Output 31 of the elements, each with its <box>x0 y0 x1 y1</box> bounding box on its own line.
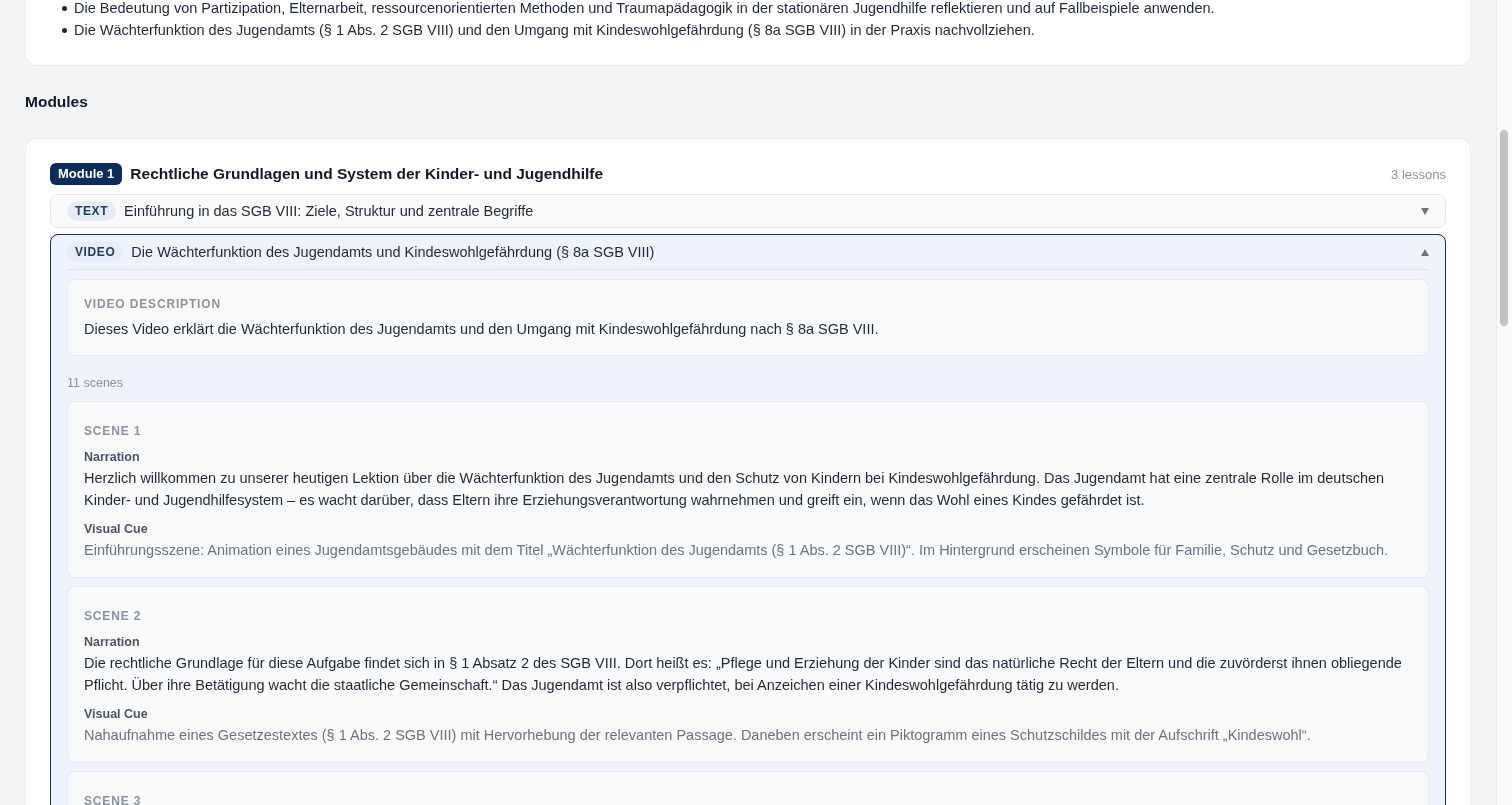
narration-text: Die rechtliche Grundlage für diese Aufgabe findet sich in § 1 Absatz 2 des SGB VIII. Dort heißt es: „Pflege und Erziehung der Kinder sind das natürliche Recht der Eltern und die zuvörderst ihnen obliegende Pflicht. Über ihre Betätigung wacht die staatliche Gemeinschaft.“ Das Jugendamt ist also verpflichtet, bei Anzeichen einer Kindeswohlgefährdung tätig zu werden. <box>84 654 1403 695</box>
module-title: Rechtliche Grundlagen und System der Kinder- und Jugendhilfe <box>130 165 605 183</box>
caret-up-icon[interactable] <box>1421 248 1429 256</box>
narration-text: Herzlich willkommen zu unserer heutigen Lektion über die Wächterfunktion des Jugendamts und den Schutz von Kindern bei Kindeswohlgefährdung. Das Jugendamt hat eine zentrale Rolle im deutschen Kinder- und Jugendhilfesystem – es wacht darüber, dass Eltern ihre Erziehungsverantwortung wahrnehmen und greift ein, wenn das Wohl eines Kindes gefährdet ist. <box>84 469 1386 510</box>
visual-cue-label: Visual Cue <box>84 706 149 722</box>
scene-label: SCENE 3 <box>84 793 143 805</box>
lesson-type-badge: VIDEO <box>67 242 124 262</box>
scene-label: SCENE 1 <box>84 423 143 439</box>
visual-cue-label: Visual Cue <box>84 521 149 537</box>
lesson-title: Einführung in das SGB VIII: Ziele, Struktur und zentrale Begriffe <box>124 203 535 219</box>
visual-cue-text: Nahaufnahme eines Gesetzestextes (§ 1 Abs. 2 SGB VIII) mit Hervorhebung der relevanten Passage. Daneben erscheint ein Piktogramm eines Schutzschildes mit der Aufschrift „Kindeswohl“. <box>84 726 1312 745</box>
description-text: Dieses Video erklärt die Wächterfunktion des Jugendamts und den Umgang mit Kindeswohlgefährdung nach § 8a SGB VIII. <box>84 320 880 339</box>
module-badge: Module 1 <box>50 163 123 185</box>
scene-count: 11 scenes <box>67 375 125 392</box>
caret-down-icon[interactable] <box>1421 207 1429 215</box>
description-label: VIDEO DESCRIPTION <box>84 296 222 312</box>
visual-cue-text: Einführungsszene: Animation eines Jugendamtsgebäudes mit dem Titel „Wächterfunktion des Jugendamts (§ 1 Abs. 2 SGB VIII)“. Im Hintergrund erscheinen Symbole für Familie, Schutz und Gesetzbuch. <box>84 541 1390 560</box>
objective-text: Die Bedeutung von Partizipation, Elternarbeit, ressourcenorientierten Methoden und Traumapädagogik in der stationären Jugendhilfe reflektieren und auf Fallbeispiele anwenden. <box>74 0 1215 18</box>
lesson-item[interactable] <box>50 234 1446 805</box>
scrollbar-thumb[interactable] <box>1500 130 1508 326</box>
lesson-type-badge: TEXT <box>67 201 117 221</box>
lesson-item[interactable]: TEXT Einführung in das SGB VIII: Ziele, Struktur und zentrale Begriffe <box>50 194 1446 228</box>
narration-label: Narration <box>84 449 141 465</box>
bullet-icon <box>62 27 67 33</box>
lesson-title: Die Wächterfunktion des Jugendamts und Kindeswohlgefährdung (§ 8a SGB VIII) <box>131 244 656 260</box>
scene-label: SCENE 2 <box>84 608 143 624</box>
lesson-count: 3 lessons <box>1391 166 1446 182</box>
section-heading: Modules <box>25 92 89 112</box>
narration-label: Narration <box>84 634 141 650</box>
bullet-icon <box>62 5 67 11</box>
objective-text: Die Wächterfunktion des Jugendamts (§ 1 Abs. 2 SGB VIII) und den Umgang mit Kindeswohlgefährdung (§ 8a SGB VIII) in der Praxis nachvollziehen. <box>74 21 1035 40</box>
